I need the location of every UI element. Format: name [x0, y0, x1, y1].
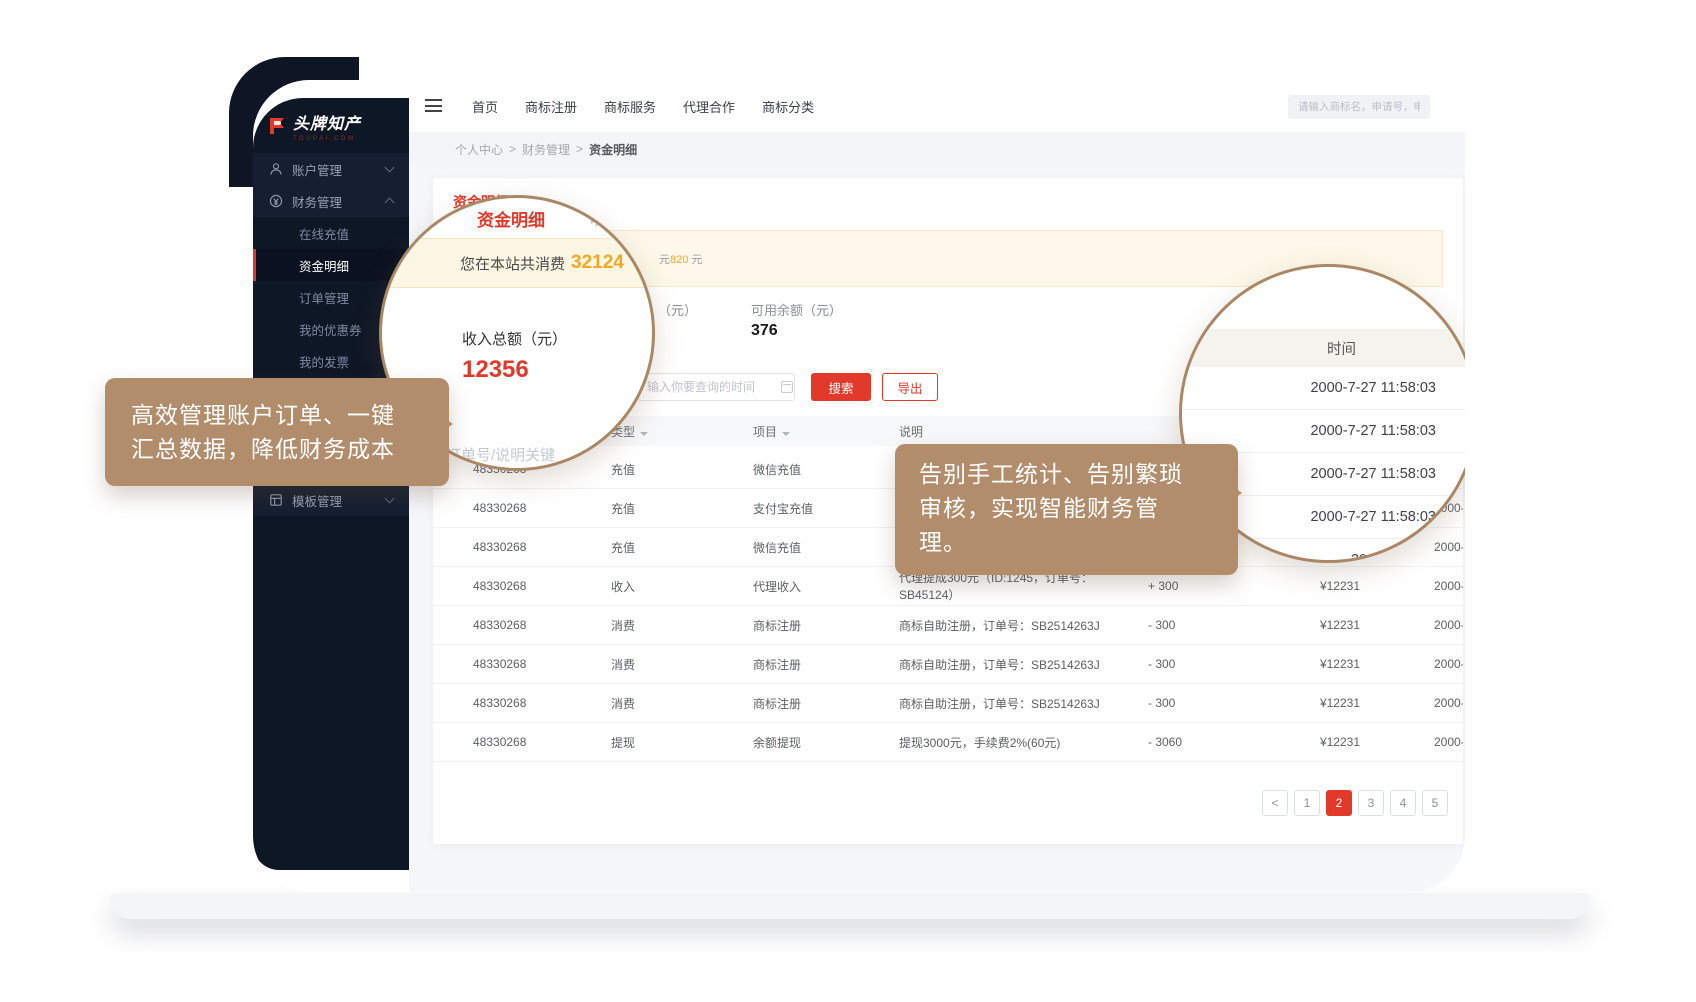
available-balance-value: 376 — [751, 322, 778, 340]
pagination: < 1 2 3 4 5 — [1262, 790, 1448, 816]
prev-page-button[interactable]: < — [1262, 790, 1288, 816]
toupai-logo-icon — [267, 116, 287, 136]
top-nav: 首页 商标注册 商标服务 代理合作 商标分类 — [409, 80, 1465, 132]
laptop-screen: 头牌知产 TOUPAI.COM 账户管理 财务管理 — [253, 80, 1465, 892]
sidebar-item-label: 财务管理 — [292, 192, 342, 211]
magnified-income-label: 收入总额（元） — [462, 328, 567, 349]
tooltip-arrow-right-icon — [437, 413, 464, 435]
page-button-5[interactable]: 5 — [1422, 790, 1448, 816]
header-desc: 说明 — [899, 423, 1148, 440]
header-type[interactable]: 类型 — [611, 423, 753, 440]
page: 头牌知产 TOUPAI.COM 账户管理 财务管理 — [0, 0, 1696, 1002]
partial-stat-label: （元） — [658, 300, 697, 319]
tab-home[interactable]: 首页 — [472, 97, 498, 116]
banner-small-text: 元820 元 — [659, 251, 702, 267]
tab-trademark-register[interactable]: 商标注册 — [525, 97, 577, 116]
table-row[interactable]: 48330268消费商标注册商标自助注册，订单号：SB2514263J- 300… — [433, 606, 1463, 645]
chevron-down-icon — [385, 163, 395, 173]
header-project[interactable]: 项目 — [753, 423, 899, 440]
magnified-tab-fragment-gray: 明细 — [590, 206, 622, 230]
calendar-icon[interactable] — [781, 381, 793, 393]
search-input[interactable] — [1288, 95, 1430, 119]
page-button-4[interactable]: 4 — [1390, 790, 1416, 816]
table-row[interactable]: 48330268提现余额提现提现3000元，手续费2%(60元)- 3060¥1… — [433, 723, 1463, 762]
magnified-time-header: 时间 — [1182, 329, 1465, 367]
tab-agent-cooperation[interactable]: 代理合作 — [683, 97, 735, 116]
chevron-down-icon — [385, 494, 395, 504]
sidebar-item-label: 在线充值 — [299, 224, 349, 243]
brand-subtitle: TOUPAI.COM — [293, 136, 361, 142]
page-button-3[interactable]: 3 — [1358, 790, 1384, 816]
caret-down-icon — [782, 432, 790, 436]
sidebar-item-label: 资金明细 — [299, 256, 349, 275]
brand-logo[interactable]: 头牌知产 TOUPAI.COM — [267, 110, 361, 142]
breadcrumb-part[interactable]: 个人中心 — [455, 141, 503, 158]
chevron-up-icon — [385, 198, 395, 208]
template-icon — [269, 493, 283, 507]
magnified-tab-fragment: 资金明细 — [477, 206, 545, 231]
available-balance-label: 可用余额（元） — [751, 300, 842, 319]
sidebar-item-label: 我的优惠券 — [299, 320, 362, 339]
sidebar-item-account[interactable]: 账户管理 — [253, 153, 409, 185]
sidebar-item-label: 模板管理 — [292, 491, 342, 510]
time-input[interactable] — [638, 373, 795, 401]
breadcrumb: 个人中心 > 财务管理 > 资金明细 — [409, 132, 1465, 166]
sidebar-item-finance[interactable]: 财务管理 — [253, 185, 409, 217]
sidebar-item-templates[interactable]: 模板管理 — [253, 484, 409, 516]
magnified-banner: 您在本站共消费 32124 — [382, 238, 655, 288]
tab-trademark-category[interactable]: 商标分类 — [762, 97, 814, 116]
table-row[interactable]: 48330268消费商标注册商标自助注册，订单号：SB2514263J- 300… — [433, 645, 1463, 684]
sidebar-item-label: 我的发票 — [299, 352, 349, 371]
magnified-time: 2000-7-27 11:58:03 — [1182, 367, 1465, 410]
breadcrumb-separator: > — [576, 142, 583, 156]
export-button[interactable]: 导出 — [882, 373, 938, 401]
sidebar-item-label: 账户管理 — [292, 160, 342, 179]
breadcrumb-current: 资金明细 — [589, 141, 637, 158]
magnified-keyword-placeholder: 订单号/说明关键 — [446, 444, 555, 465]
tooltip-finance-efficiency: 高效管理账户订单、一键 汇总数据，降低财务成本 — [105, 378, 449, 486]
sidebar-item-label: 订单管理 — [299, 288, 349, 307]
tooltip-arrow-right-icon — [1226, 482, 1253, 504]
tooltip-smart-finance: 告别手工统计、告别繁琐 审核，实现智能财务管 理。 — [895, 444, 1238, 575]
page-button-2-active[interactable]: 2 — [1326, 790, 1352, 816]
laptop-base — [110, 893, 1590, 919]
nav-tabs: 首页 商标注册 商标服务 代理合作 商标分类 — [472, 80, 814, 132]
breadcrumb-part[interactable]: 财务管理 — [522, 141, 570, 158]
search-button[interactable]: 搜索 — [811, 373, 871, 401]
tab-trademark-service[interactable]: 商标服务 — [604, 97, 656, 116]
table-row[interactable]: 48330268消费商标注册商标自助注册，订单号：SB2514263J- 300… — [433, 684, 1463, 723]
breadcrumb-separator: > — [509, 142, 516, 156]
hamburger-icon[interactable] — [425, 99, 442, 112]
page-button-1[interactable]: 1 — [1294, 790, 1320, 816]
caret-down-icon — [640, 432, 648, 436]
finance-icon — [269, 194, 283, 208]
magnified-income-value: 12356 — [462, 356, 529, 384]
user-icon — [269, 162, 283, 176]
brand-name: 头牌知产 — [293, 110, 361, 134]
